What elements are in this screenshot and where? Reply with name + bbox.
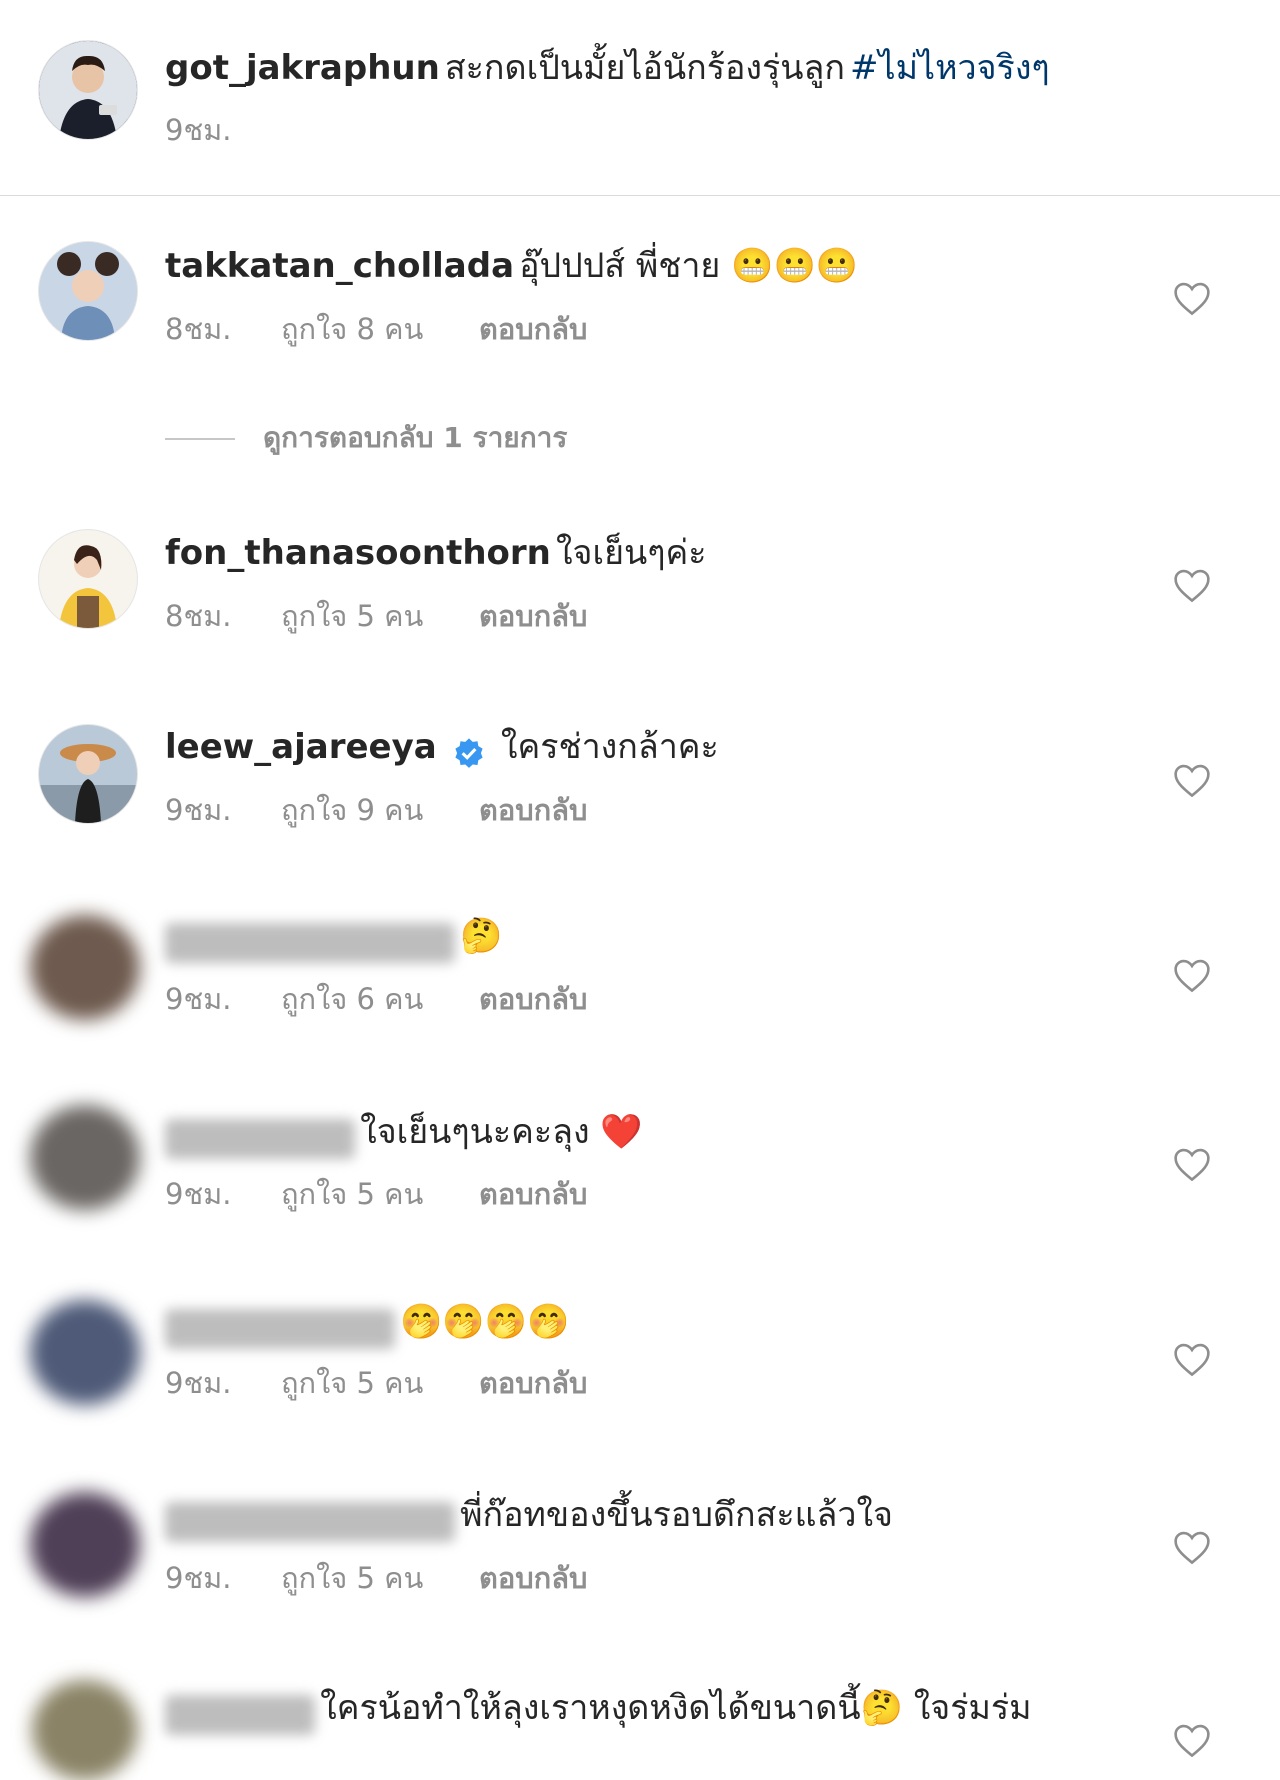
comment-time[interactable]: 9ชม. — [165, 981, 281, 1017]
blurred-username[interactable] — [165, 1308, 395, 1349]
comment-line: 🤔 — [165, 914, 503, 963]
reply-button[interactable]: ตอบกลับ — [479, 792, 587, 828]
comment-meta: 8ชม. ถูกใจ 5 คน ตอบกลับ — [165, 598, 587, 634]
reply-button[interactable]: ตอบกลับ — [479, 1560, 587, 1596]
comment-meta: 9ชม. ถูกใจ 9 คน ตอบกลับ — [165, 792, 587, 828]
heart-outline-icon[interactable] — [1172, 567, 1212, 603]
comment-text: ใจเย็นๆค่ะ — [555, 533, 707, 573]
avatar[interactable] — [30, 1300, 140, 1405]
comment-time[interactable]: 9ชม. — [165, 1365, 281, 1401]
caption-text: สะกดเป็นมั้ยไอ้นักร้องรุ่นลูก — [444, 48, 845, 88]
comment-time[interactable]: 9ชม. — [165, 792, 281, 828]
reply-button[interactable]: ตอบกลับ — [479, 1176, 587, 1212]
comment-meta: 8ชม. ถูกใจ 8 คน ตอบกลับ — [165, 311, 587, 347]
comment-meta: 9ชม. ถูกใจ 5 คน ตอบกลับ — [165, 1176, 587, 1212]
verified-badge-icon — [455, 737, 483, 768]
comment-meta: 9ชม. ถูกใจ 6 คน ตอบกลับ — [165, 981, 587, 1017]
heart-outline-icon[interactable] — [1172, 1529, 1212, 1565]
comment-line: ใครน้อทำให้ลุงเราหงุดหงิดได้ขนาดนี้🤔 ใจร… — [165, 1686, 1032, 1735]
reply-button[interactable]: ตอบกลับ — [479, 311, 587, 347]
post-caption: got_jakraphun สะกดเป็นมั้ยไอ้นักร้องรุ่น… — [0, 0, 1280, 196]
avatar[interactable] — [38, 241, 138, 341]
heart-outline-icon[interactable] — [1172, 1341, 1212, 1377]
avatar[interactable] — [30, 1105, 140, 1210]
reply-button[interactable]: ตอบกลับ — [479, 981, 587, 1017]
caption-time[interactable]: 9ชม. — [165, 112, 281, 148]
comment-line: ใจเย็นๆนะคะลุง ❤️ — [165, 1110, 643, 1159]
caption-line: got_jakraphun สะกดเป็นมั้ยไอ้นักร้องรุ่น… — [165, 46, 1050, 90]
comment-likes[interactable]: ถูกใจ 5 คน — [281, 598, 479, 634]
caption-hashtag[interactable]: #ไม่ไหวจริงๆ — [850, 48, 1050, 88]
view-replies-dash — [165, 438, 235, 440]
comment-likes[interactable]: ถูกใจ 8 คน — [281, 311, 479, 347]
comment-meta: 9ชม. ถูกใจ 5 คน ตอบกลับ — [165, 1365, 587, 1401]
avatar[interactable] — [38, 40, 138, 140]
caption-meta: 9ชม. — [165, 112, 281, 148]
comment-time[interactable]: 8ชม. — [165, 598, 281, 634]
caption-username[interactable]: got_jakraphun — [165, 48, 440, 88]
heart-outline-icon[interactable] — [1172, 957, 1212, 993]
avatar[interactable] — [30, 1492, 140, 1597]
blurred-username[interactable] — [165, 1501, 455, 1542]
comment-text: ใจเย็นๆนะคะลุง ❤️ — [360, 1112, 643, 1152]
comment-likes[interactable]: ถูกใจ 5 คน — [281, 1560, 479, 1596]
comment-line: พี่ก๊อทของขึ้นรอบดึกสะแล้วใจ — [165, 1493, 893, 1542]
comment-likes[interactable]: ถูกใจ 9 คน — [281, 792, 479, 828]
view-replies-label: ดูการตอบกลับ 1 รายการ — [263, 421, 568, 454]
comment-time[interactable]: 9ชม. — [165, 1176, 281, 1212]
comment-text: ใครช่างกล้าคะ — [500, 727, 719, 767]
comment-text: พี่ก๊อทของขึ้นรอบดึกสะแล้วใจ — [460, 1495, 893, 1535]
blurred-username[interactable] — [165, 1694, 315, 1735]
comment-time[interactable]: 9ชม. — [165, 1560, 281, 1596]
view-replies-button[interactable]: ดูการตอบกลับ 1 รายการ — [165, 420, 567, 456]
heart-outline-icon[interactable] — [1172, 762, 1212, 798]
reply-button[interactable]: ตอบกลับ — [479, 598, 587, 634]
avatar[interactable] — [32, 1680, 138, 1780]
heart-outline-icon[interactable] — [1172, 1722, 1212, 1758]
comment-time[interactable]: 8ชม. — [165, 311, 281, 347]
comment-text: ใครน้อทำให้ลุงเราหงุดหงิดได้ขนาดนี้🤔 ใจร… — [320, 1688, 1032, 1728]
comment-username[interactable]: leew_ajareeya — [165, 727, 437, 767]
comment-text: 🤭🤭🤭🤭 — [400, 1302, 570, 1342]
heart-outline-icon[interactable] — [1172, 280, 1212, 316]
heart-outline-icon[interactable] — [1172, 1146, 1212, 1182]
comment-meta: 9ชม. ถูกใจ 5 คน ตอบกลับ — [165, 1560, 587, 1596]
blurred-username[interactable] — [165, 922, 455, 963]
comment-line: leew_ajareeya ใครช่างกล้าคะ — [165, 725, 719, 769]
reply-button[interactable]: ตอบกลับ — [479, 1365, 587, 1401]
comment-text: อุ๊ปปปส์ พี่ชาย 😬😬😬 — [519, 246, 859, 286]
comment-line: fon_thanasoonthorn ใจเย็นๆค่ะ — [165, 531, 707, 575]
blurred-username[interactable] — [165, 1118, 355, 1159]
comment-likes[interactable]: ถูกใจ 5 คน — [281, 1365, 479, 1401]
comment-username[interactable]: takkatan_chollada — [165, 246, 514, 286]
avatar[interactable] — [30, 915, 140, 1020]
comment-line: takkatan_chollada อุ๊ปปปส์ พี่ชาย 😬😬😬 — [165, 244, 858, 288]
comment-likes[interactable]: ถูกใจ 6 คน — [281, 981, 479, 1017]
comment-likes[interactable]: ถูกใจ 5 คน — [281, 1176, 479, 1212]
comment-line: 🤭🤭🤭🤭 — [165, 1300, 570, 1349]
avatar[interactable] — [38, 529, 138, 629]
avatar[interactable] — [38, 724, 138, 824]
comment-text: 🤔 — [460, 916, 503, 956]
comment-username[interactable]: fon_thanasoonthorn — [165, 533, 551, 573]
